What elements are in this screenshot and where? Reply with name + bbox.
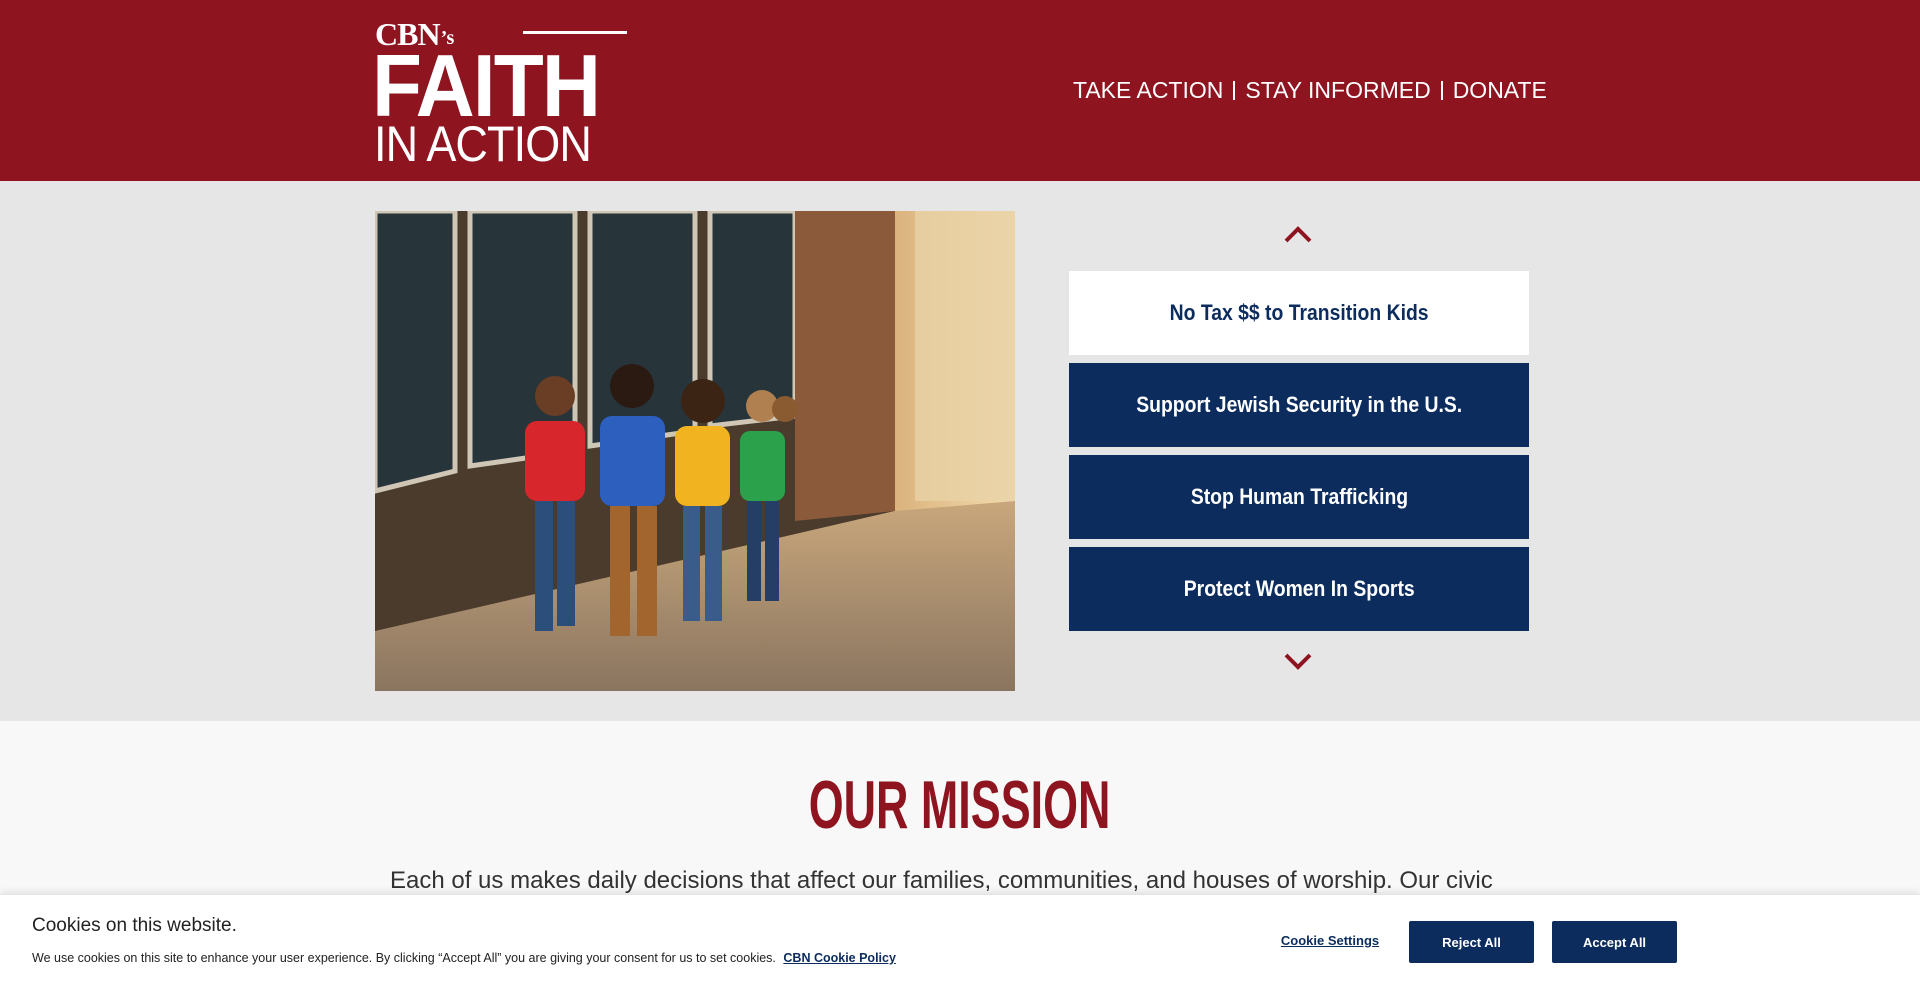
slide-tab-label: Support Jewish Security in the U.S. (1136, 392, 1462, 417)
cookie-policy-link[interactable]: CBN Cookie Policy (783, 951, 896, 965)
nav-donate[interactable]: DONATE (1453, 76, 1547, 104)
children-with-backpacks-photo (375, 211, 1015, 691)
cookie-description: We use cookies on this site to enhance y… (32, 951, 776, 965)
logo-in-action-text: IN ACTION (374, 116, 592, 172)
slide-tab-label: Protect Women In Sports (1183, 576, 1415, 601)
nav-divider (1233, 80, 1236, 100)
nav-take-action[interactable]: TAKE ACTION (1073, 76, 1223, 104)
logo-faith-text: FAITH (372, 36, 601, 135)
slide-tab-jewish-security[interactable]: Support Jewish Security in the U.S. (1069, 363, 1529, 447)
nav-stay-informed[interactable]: STAY INFORMED (1245, 76, 1430, 104)
nav-divider (1440, 80, 1443, 100)
mission-text: Each of us makes daily decisions that af… (390, 867, 1493, 894)
slide-tab-label: No Tax $$ to Transition Kids (1169, 300, 1429, 325)
slide-tab-stop-human-trafficking[interactable]: Stop Human Trafficking (1069, 455, 1529, 539)
mission-heading: OUR MISSION (0, 765, 1920, 845)
chevron-up-icon[interactable] (1282, 223, 1314, 245)
cookie-banner: Cookies on this website. We use cookies … (0, 895, 1920, 993)
cookie-banner-text: We use cookies on this site to enhance y… (32, 951, 896, 965)
chevron-down-icon[interactable] (1282, 651, 1314, 673)
mission-heading-text: OUR MISSION (809, 767, 1111, 843)
top-navigation: TAKE ACTION STAY INFORMED DONATE (1073, 76, 1547, 104)
hero-section: No Tax $$ to Transition Kids Support Jew… (0, 181, 1920, 721)
logo-rule (523, 31, 627, 34)
cookie-settings-link[interactable]: Cookie Settings (1270, 933, 1390, 953)
slide-tab-no-tax-transition-kids[interactable]: No Tax $$ to Transition Kids (1069, 271, 1529, 355)
reject-all-button[interactable]: Reject All (1409, 921, 1534, 963)
slide-tab-label: Stop Human Trafficking (1190, 484, 1408, 509)
cookie-banner-title: Cookies on this website. (32, 915, 237, 936)
site-header: CBN ’s FAITH IN ACTION TAKE ACTION STAY … (0, 0, 1920, 181)
slide-tab-protect-women-in-sports[interactable]: Protect Women In Sports (1069, 547, 1529, 631)
accept-all-button[interactable]: Accept All (1552, 921, 1677, 963)
faith-in-action-logo[interactable]: CBN ’s FAITH IN ACTION (372, 18, 627, 169)
